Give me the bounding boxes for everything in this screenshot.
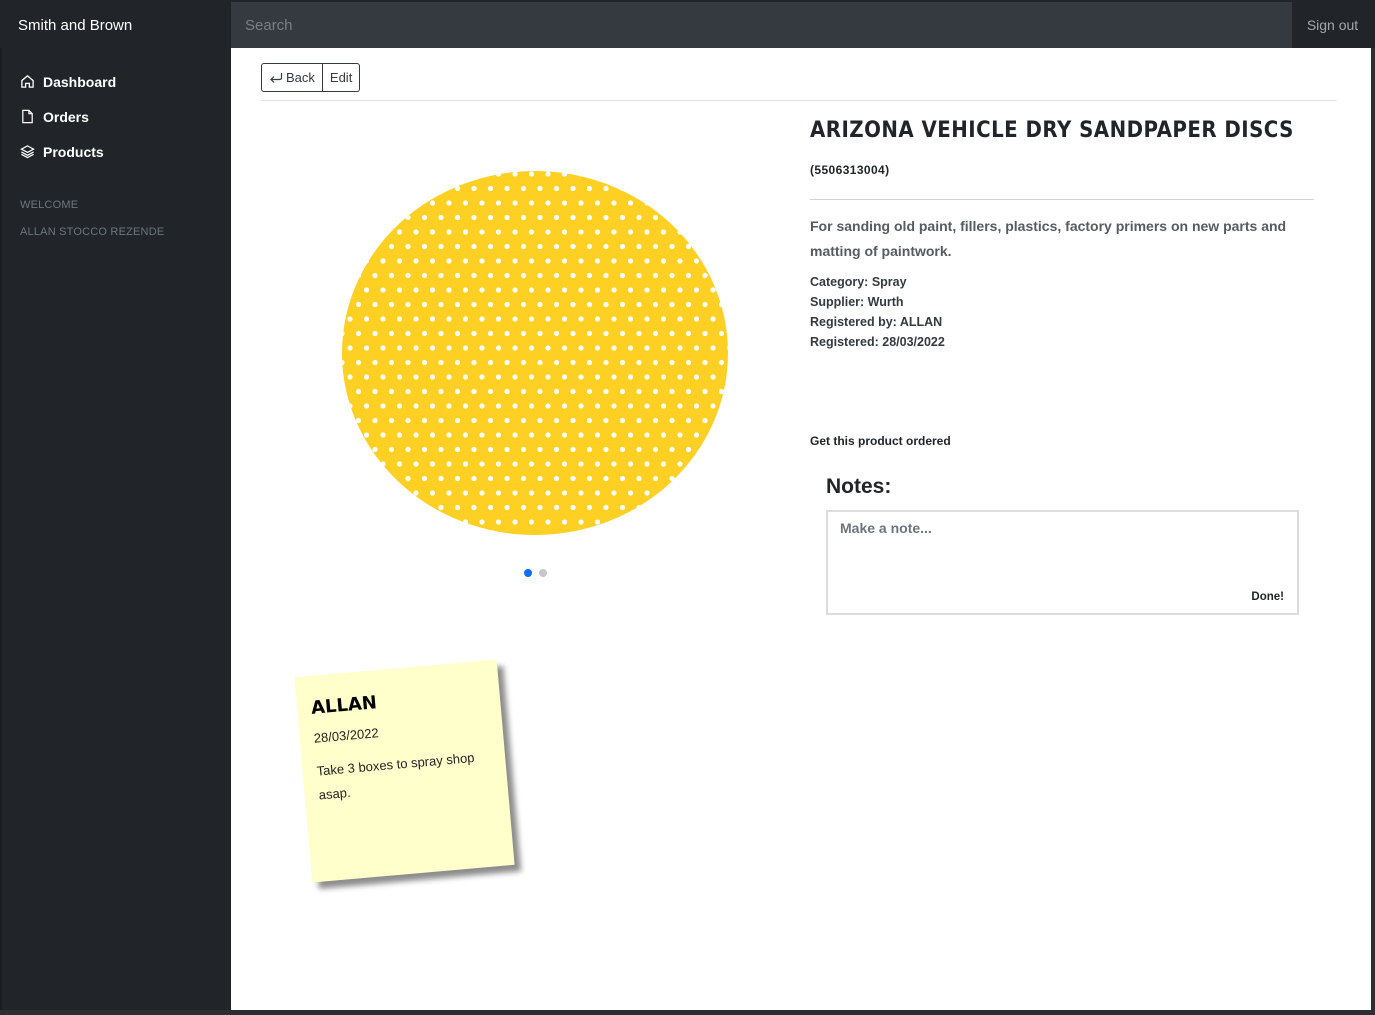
product-meta: Category: Spray Supplier: Wurth Register…: [810, 272, 1315, 352]
sticky-note[interactable]: ALLAN 28/03/2022 Take 3 boxes to spray s…: [294, 659, 515, 883]
product-registered-date: Registered: 28/03/2022: [810, 335, 945, 349]
done-button[interactable]: Done!: [1251, 591, 1284, 603]
brand-name[interactable]: Smith and Brown: [2, 2, 231, 48]
search-input[interactable]: [231, 2, 1292, 48]
divider: [261, 100, 1337, 101]
note-input[interactable]: [840, 520, 1280, 580]
product-code: (5506313004): [810, 163, 890, 177]
product-info: ARIZONA VEHICLE DRY SANDPAPER DISCS (550…: [810, 116, 1315, 352]
action-button-group: Back Edit: [261, 63, 361, 92]
back-button[interactable]: Back: [261, 63, 323, 92]
sticky-note-author: ALLAN: [310, 692, 378, 719]
sticky-note-date: 28/03/2022: [313, 725, 380, 746]
sidebar-item-label: Products: [43, 143, 104, 160]
edit-button[interactable]: Edit: [322, 63, 361, 92]
sidebar-item-label: Dashboard: [43, 73, 117, 90]
notes-title: Notes:: [826, 475, 892, 498]
sandpaper-disc-image: [342, 171, 728, 535]
top-navbar: Smith and Brown Sign out: [0, 0, 1375, 48]
product-description: For sanding old paint, fillers, plastics…: [810, 218, 1287, 259]
carousel-indicators: [524, 569, 547, 577]
disc-shape: [342, 171, 728, 535]
product-registered-by: Registered by: ALLAN: [810, 315, 943, 329]
return-arrow-icon: [270, 72, 283, 83]
sidebar-item-label: Orders: [43, 108, 89, 125]
back-label: Back: [286, 70, 315, 85]
sidebar: Dashboard Orders Products WELCOME ALLAN …: [0, 48, 231, 1015]
user-name: ALLAN STOCCO REZENDE: [20, 226, 165, 238]
file-icon: [22, 109, 33, 124]
divider: [810, 199, 1314, 200]
notes-form: Done!: [826, 510, 1299, 615]
layers-icon: [20, 145, 35, 159]
sidebar-item-dashboard[interactable]: Dashboard: [2, 64, 231, 99]
product-title: ARIZONA VEHICLE DRY SANDPAPER DISCS: [810, 118, 1294, 143]
product-image: [342, 170, 729, 536]
window-edge: [1371, 48, 1375, 1015]
welcome-heading: WELCOME: [20, 199, 79, 211]
main-content: Back Edit ARIZONA VEHICLE DRY SANDPAPER …: [231, 48, 1371, 1010]
product-category: Category: Spray: [810, 275, 907, 289]
sticky-note-text: Take 3 boxes to spray shop asap.: [316, 749, 475, 803]
carousel-dot-1[interactable]: [524, 569, 532, 577]
sign-out-link[interactable]: Sign out: [1292, 2, 1373, 48]
order-product-link[interactable]: Get this product ordered: [810, 434, 951, 448]
home-icon: [21, 75, 34, 88]
product-supplier: Supplier: Wurth: [810, 295, 904, 309]
carousel-dot-2[interactable]: [539, 569, 547, 577]
sidebar-item-products[interactable]: Products: [2, 134, 231, 169]
window-edge: [0, 1010, 1375, 1015]
sidebar-item-orders[interactable]: Orders: [2, 99, 231, 134]
